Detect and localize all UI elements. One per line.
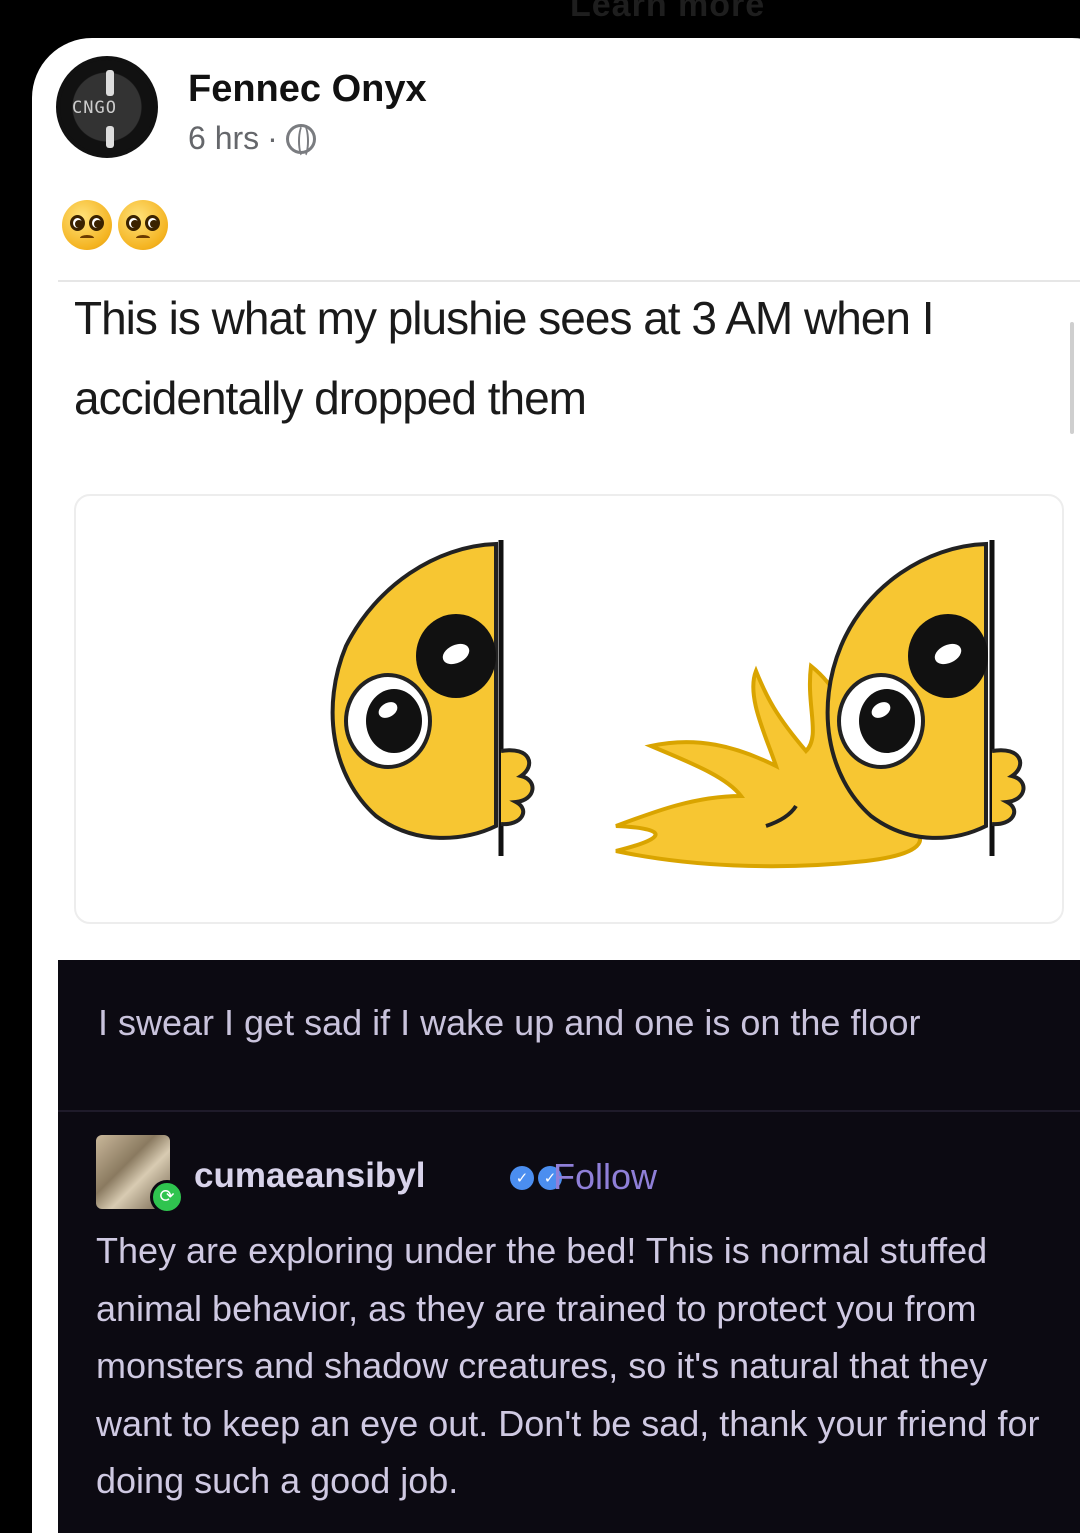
poster-avatar[interactable]: CNGO xyxy=(56,56,158,158)
reblog-icon: ⟳ xyxy=(150,1180,184,1214)
reblog-username: cumaeansibyl xyxy=(194,1156,426,1195)
peeking-emoji-drawing xyxy=(330,540,1026,869)
avatar-logo-text: CNGO xyxy=(72,98,117,118)
post-meta: 6 hrs · xyxy=(188,120,316,158)
meme-image[interactable]: This is what my plushie sees at 3 AM whe… xyxy=(58,280,1080,1533)
tumblr-original-post: I swear I get sad if I wake up and one i… xyxy=(98,1002,921,1043)
globe-icon xyxy=(285,123,316,158)
pleading-face-icon xyxy=(118,200,168,250)
post-time[interactable]: 6 hrs xyxy=(188,120,259,157)
follow-link: Follow xyxy=(553,1156,658,1197)
verified-badge-icon: ✓ xyxy=(510,1166,534,1190)
meta-separator: · xyxy=(267,120,278,156)
tumblr-divider xyxy=(58,1110,1080,1112)
avatar-logo-mark xyxy=(106,70,114,96)
meme-caption: This is what my plushie sees at 3 AM whe… xyxy=(74,292,935,424)
meme-edge-mark xyxy=(1070,322,1074,434)
poster-name[interactable]: Fennec Onyx xyxy=(188,68,427,111)
post-header: CNGO Fennec Onyx 6 hrs · xyxy=(56,56,656,166)
avatar-logo-mark-lower xyxy=(106,126,114,148)
peeking-emoji-illustration xyxy=(74,494,1064,924)
post-emoji-text xyxy=(62,200,168,250)
peeking-emoji-left-icon xyxy=(330,540,535,856)
tumblr-screenshot: I swear I get sad if I wake up and one i… xyxy=(58,960,1080,1533)
reblog-text: They are exploring under the bed! This i… xyxy=(96,1230,1040,1501)
learn-more-ghost-text: Learn more xyxy=(570,0,766,24)
pleading-face-icon xyxy=(62,200,112,250)
